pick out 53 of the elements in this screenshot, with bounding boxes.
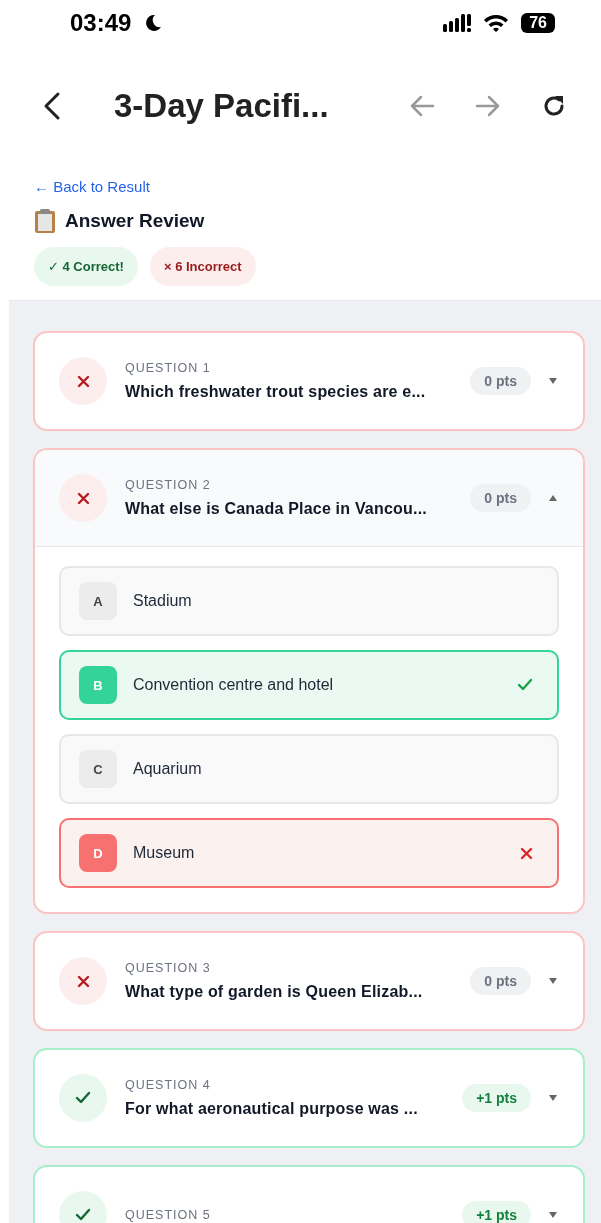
question-label: QUESTION 1 [125, 361, 212, 375]
option-letter: A [79, 582, 117, 620]
back-to-result-link[interactable]: ← Back to Result [34, 178, 567, 195]
question-header[interactable]: QUESTION 1 Which freshwater trout species are e... 0 pts [35, 333, 583, 429]
option-text: Museum [133, 844, 196, 862]
clock-time: 03:49 [70, 9, 132, 37]
question-label: QUESTION 4 [125, 1078, 212, 1092]
option-letter: D [79, 834, 117, 872]
battery-level: 76 [521, 13, 555, 33]
option-text: Convention centre and hotel [133, 676, 335, 694]
wifi-icon [483, 13, 510, 33]
points-badge: +1 pts [462, 1084, 531, 1112]
caret-icon[interactable] [549, 1212, 557, 1218]
caret-icon[interactable] [549, 378, 557, 384]
question-header[interactable]: QUESTION 3 What type of garden is Queen Elizab... 0 pts [35, 933, 583, 1029]
check-icon [75, 1091, 91, 1105]
check-icon [517, 678, 533, 692]
cross-icon [76, 491, 90, 505]
caret-icon[interactable] [549, 495, 557, 501]
page-title: 3-Day Pacifi... [114, 87, 330, 125]
clipboard-icon [34, 209, 56, 233]
option-letter: B [79, 666, 117, 704]
option-text: Stadium [133, 592, 193, 610]
signal-icon [443, 13, 472, 33]
question-header[interactable]: QUESTION 2 What else is Canada Place in Vancou... 0 pts [35, 450, 583, 547]
caret-icon[interactable] [549, 1095, 557, 1101]
moon-icon [143, 13, 164, 33]
summary-badge: × 6 Incorrect [149, 247, 256, 286]
question-title: What type of garden is Queen Elizab... [125, 983, 424, 1001]
question-header[interactable]: QUESTION 4 For what aeronautical purpose was ... +1 pts [35, 1050, 583, 1146]
caret-icon[interactable] [549, 978, 557, 984]
check-icon [75, 1208, 91, 1222]
question-title: For what aeronautical purpose was ... [125, 1100, 419, 1118]
section-heading: Answer Review [65, 210, 205, 232]
cross-icon [76, 974, 90, 988]
option-text: Aquarium [133, 760, 203, 778]
question-label: QUESTION 2 [125, 478, 212, 492]
points-badge: +1 pts [462, 1201, 531, 1223]
option-letter: C [79, 750, 117, 788]
back-icon[interactable] [42, 91, 62, 121]
points-badge: 0 pts [470, 484, 531, 512]
arrow-right-icon[interactable] [475, 94, 501, 118]
points-badge: 0 pts [470, 967, 531, 995]
question-title: Which freshwater trout species are e... [125, 383, 427, 401]
arrow-left-icon[interactable] [409, 94, 435, 118]
question-label: QUESTION 3 [125, 961, 212, 975]
cross-icon [520, 846, 533, 860]
question-header[interactable]: QUESTION 5 +1 pts [35, 1167, 583, 1223]
summary-badge: ✓ 4 Correct! [34, 247, 138, 286]
points-badge: 0 pts [470, 367, 531, 395]
cross-icon [76, 374, 90, 388]
question-title: What else is Canada Place in Vancou... [125, 500, 428, 518]
question-label: QUESTION 5 [125, 1208, 212, 1222]
